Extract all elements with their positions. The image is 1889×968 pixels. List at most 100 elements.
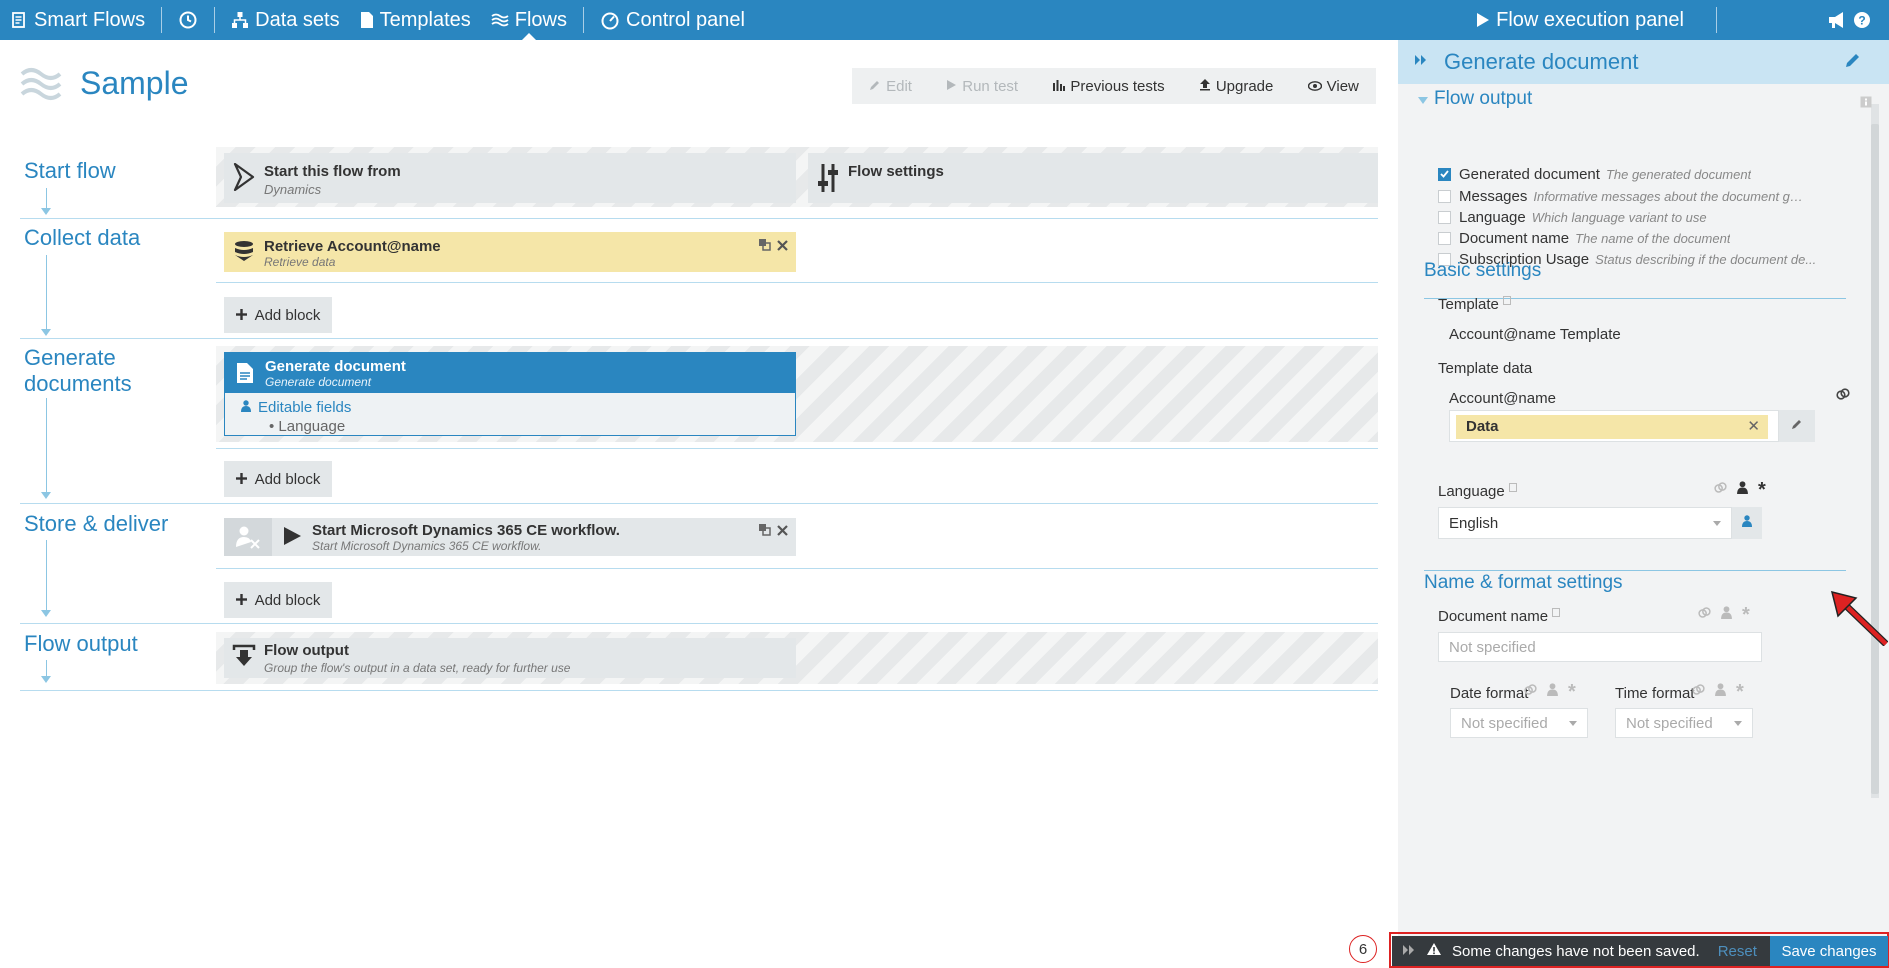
lane-divider: [216, 282, 1378, 283]
generate-document-block[interactable]: Generate document Generate document Edit…: [224, 352, 796, 436]
copy-icon[interactable]: [758, 523, 771, 539]
retrieve-account-block[interactable]: Retrieve Account@name Retrieve data: [224, 232, 796, 272]
dynamics-icon: [224, 153, 264, 191]
double-chevron-right-icon[interactable]: [1402, 943, 1416, 960]
play-icon: [272, 518, 312, 546]
previous-tests-button[interactable]: Previous tests: [1052, 78, 1165, 95]
link-icon[interactable]: [1692, 683, 1705, 700]
link-icon[interactable]: [1524, 683, 1537, 700]
section-connector: [46, 188, 47, 210]
info-icon[interactable]: [1860, 95, 1872, 113]
asterisk-icon[interactable]: *: [1742, 605, 1750, 625]
output-row-messages[interactable]: Messages Informative messages about the …: [1438, 186, 1803, 206]
add-block-label: Add block: [254, 591, 321, 609]
upgrade-button[interactable]: Upgrade: [1199, 77, 1274, 95]
language-select[interactable]: English: [1438, 507, 1732, 539]
flow-settings-block[interactable]: Flow settings: [808, 153, 1378, 203]
double-chevron-right-icon[interactable]: [1414, 53, 1428, 71]
info-icon[interactable]: [1552, 608, 1561, 617]
asterisk-icon[interactable]: *: [1736, 682, 1744, 702]
info-icon[interactable]: [1508, 483, 1517, 492]
output-row-language[interactable]: Language Which language variant to use: [1438, 207, 1707, 227]
asterisk-icon[interactable]: *: [1568, 682, 1576, 702]
panel-scrollbar[interactable]: [1871, 104, 1879, 798]
block-settings-panel: Generate document Flow output Generated …: [1398, 40, 1889, 968]
edit-data-button[interactable]: [1779, 410, 1815, 442]
run-test-button[interactable]: Run test: [946, 78, 1018, 95]
user-x-icon: [224, 518, 272, 556]
user-icon[interactable]: [1715, 683, 1726, 700]
section-connector: [46, 255, 47, 331]
scrollbar-thumb[interactable]: [1871, 124, 1879, 794]
upgrade-label: Upgrade: [1215, 77, 1274, 95]
date-format-value: Not specified: [1461, 714, 1548, 732]
generate-subtitle: Generate document: [265, 374, 372, 389]
nav-control-panel[interactable]: Control panel: [590, 0, 755, 40]
workflow-block[interactable]: Start Microsoft Dynamics 365 CE workflow…: [224, 518, 796, 556]
edit-button[interactable]: Edit: [869, 78, 912, 95]
flow-output-block[interactable]: Flow output Group the flow's output in a…: [224, 638, 796, 678]
output-row-generated-document[interactable]: Generated document The generated documen…: [1438, 164, 1751, 184]
document-icon: [225, 362, 265, 384]
user-icon[interactable]: [1737, 481, 1748, 498]
megaphone-icon[interactable]: [1827, 11, 1847, 29]
flow-toolbar: Edit Run test Previous tests Upgrade Vie…: [852, 68, 1376, 104]
checkbox[interactable]: [1438, 231, 1451, 245]
flow-logo-icon: [20, 62, 62, 104]
panel-title: Generate document: [1444, 49, 1639, 74]
link-icon[interactable]: [1714, 481, 1727, 498]
user-icon[interactable]: [1721, 606, 1732, 623]
start-from-block[interactable]: Start this flow from Dynamics: [224, 153, 796, 203]
save-changes-button[interactable]: Save changes: [1770, 936, 1888, 966]
close-icon[interactable]: ✕: [1747, 415, 1760, 439]
top-navigation-bar: Smart Flows Data sets Templates Flows Co…: [0, 0, 1889, 40]
checkbox-checked[interactable]: [1438, 167, 1451, 181]
flow-output-heading[interactable]: Flow output: [1418, 88, 1532, 110]
pencil-icon[interactable]: [1845, 52, 1861, 73]
nav-templates[interactable]: Templates: [350, 0, 481, 40]
time-format-select[interactable]: Not specified: [1615, 708, 1753, 738]
output-row-document-name[interactable]: Document name The name of the document: [1438, 228, 1730, 248]
asterisk-icon[interactable]: *: [1758, 480, 1766, 500]
reset-button[interactable]: Reset: [1718, 943, 1757, 960]
help-icon[interactable]: ?: [1853, 11, 1871, 29]
add-block-button[interactable]: Add block: [224, 461, 332, 497]
date-format-select[interactable]: Not specified: [1450, 708, 1588, 738]
play-icon: [1476, 12, 1490, 28]
user-editable-toggle[interactable]: [1732, 507, 1762, 539]
flow-execution-panel-button[interactable]: Flow execution panel: [1466, 0, 1694, 40]
plus-icon: [235, 592, 247, 609]
nav-history[interactable]: [168, 0, 208, 40]
checkbox[interactable]: [1438, 189, 1451, 203]
info-icon[interactable]: [1502, 296, 1511, 305]
template-data-field[interactable]: Data ✕: [1449, 410, 1779, 442]
retrieve-title: Retrieve Account@name: [264, 238, 441, 255]
nav-smart-flows[interactable]: Smart Flows: [0, 0, 155, 40]
close-icon[interactable]: [777, 238, 788, 254]
close-icon[interactable]: [777, 523, 788, 539]
document-name-placeholder: Not specified: [1449, 638, 1536, 656]
document-name-input[interactable]: Not specified: [1438, 632, 1762, 662]
user-icon[interactable]: [1547, 683, 1558, 700]
flow-execution-panel-label: Flow execution panel: [1496, 8, 1684, 31]
flow-editor: Sample Edit Run test Previous tests Upgr…: [0, 40, 1398, 968]
document-name-label-text: Document name: [1438, 608, 1549, 625]
add-block-button[interactable]: Add block: [224, 297, 332, 333]
nav-data-sets[interactable]: Data sets: [221, 0, 349, 40]
data-chip[interactable]: Data ✕: [1456, 415, 1768, 439]
link-icon[interactable]: [1698, 606, 1711, 623]
output-label: Language: [1459, 208, 1526, 226]
copy-icon[interactable]: [758, 238, 771, 254]
flow-output-subtitle: Group the flow's output in a data set, r…: [264, 661, 571, 675]
nav-flows[interactable]: Flows: [481, 0, 577, 40]
output-desc: Which language variant to use: [1531, 209, 1707, 225]
view-button[interactable]: View: [1307, 78, 1359, 95]
template-data-label: Template data: [1438, 360, 1533, 377]
unsaved-message-area: Some changes have not been saved. Reset: [1392, 936, 1770, 966]
output-label: Generated document: [1459, 165, 1600, 183]
checkbox[interactable]: [1438, 210, 1451, 224]
language-select-value: English: [1449, 514, 1499, 532]
link-icon[interactable]: [1836, 387, 1850, 406]
add-block-button[interactable]: Add block: [224, 582, 332, 618]
user-icon: [241, 399, 251, 416]
